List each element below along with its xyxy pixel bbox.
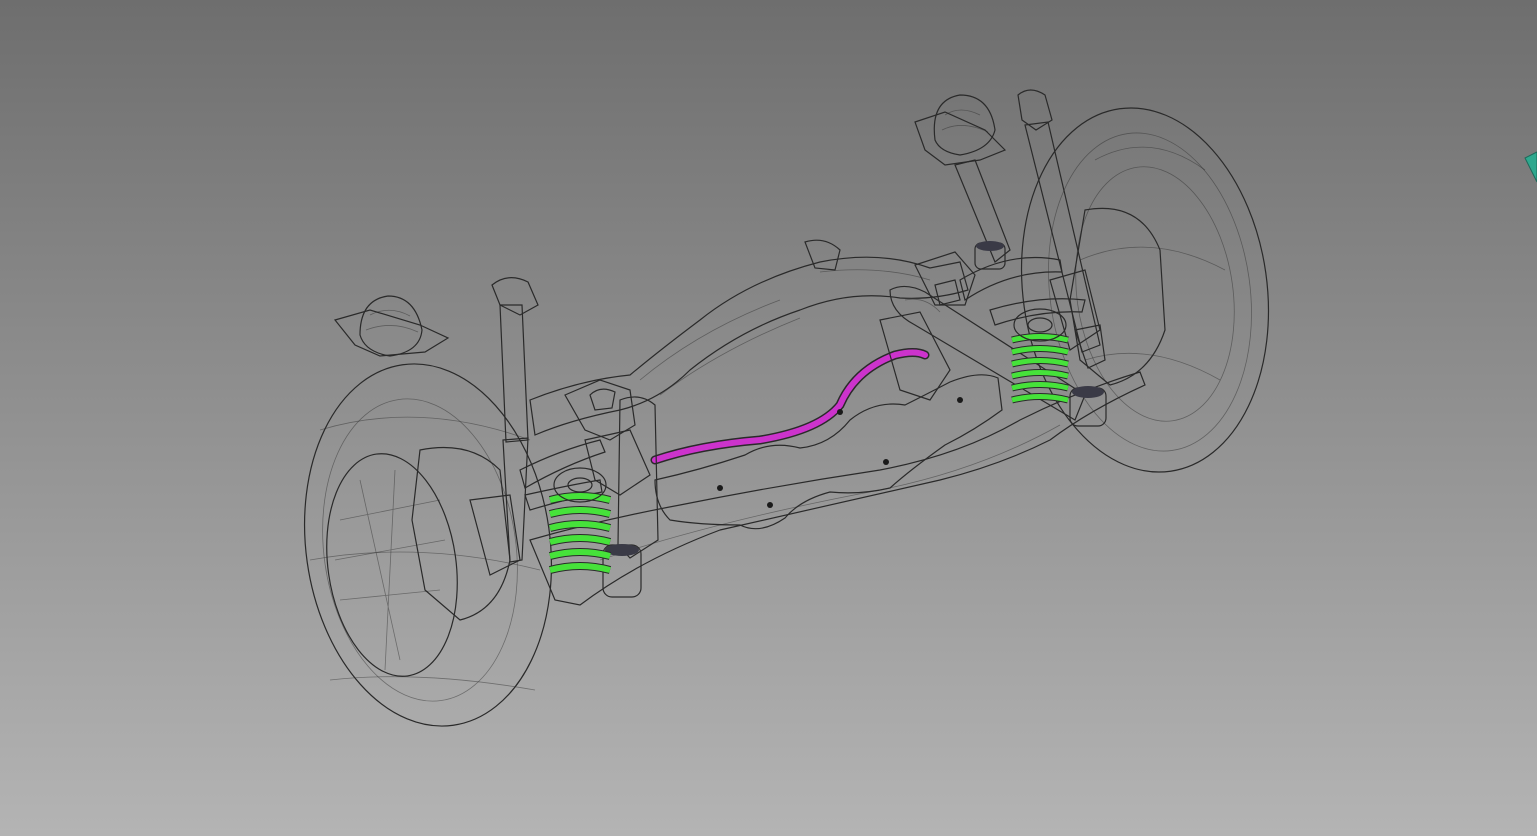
viewport-background: [0, 0, 1537, 836]
3d-viewport[interactable]: [0, 0, 1537, 836]
assembly-canvas[interactable]: [0, 0, 1537, 836]
